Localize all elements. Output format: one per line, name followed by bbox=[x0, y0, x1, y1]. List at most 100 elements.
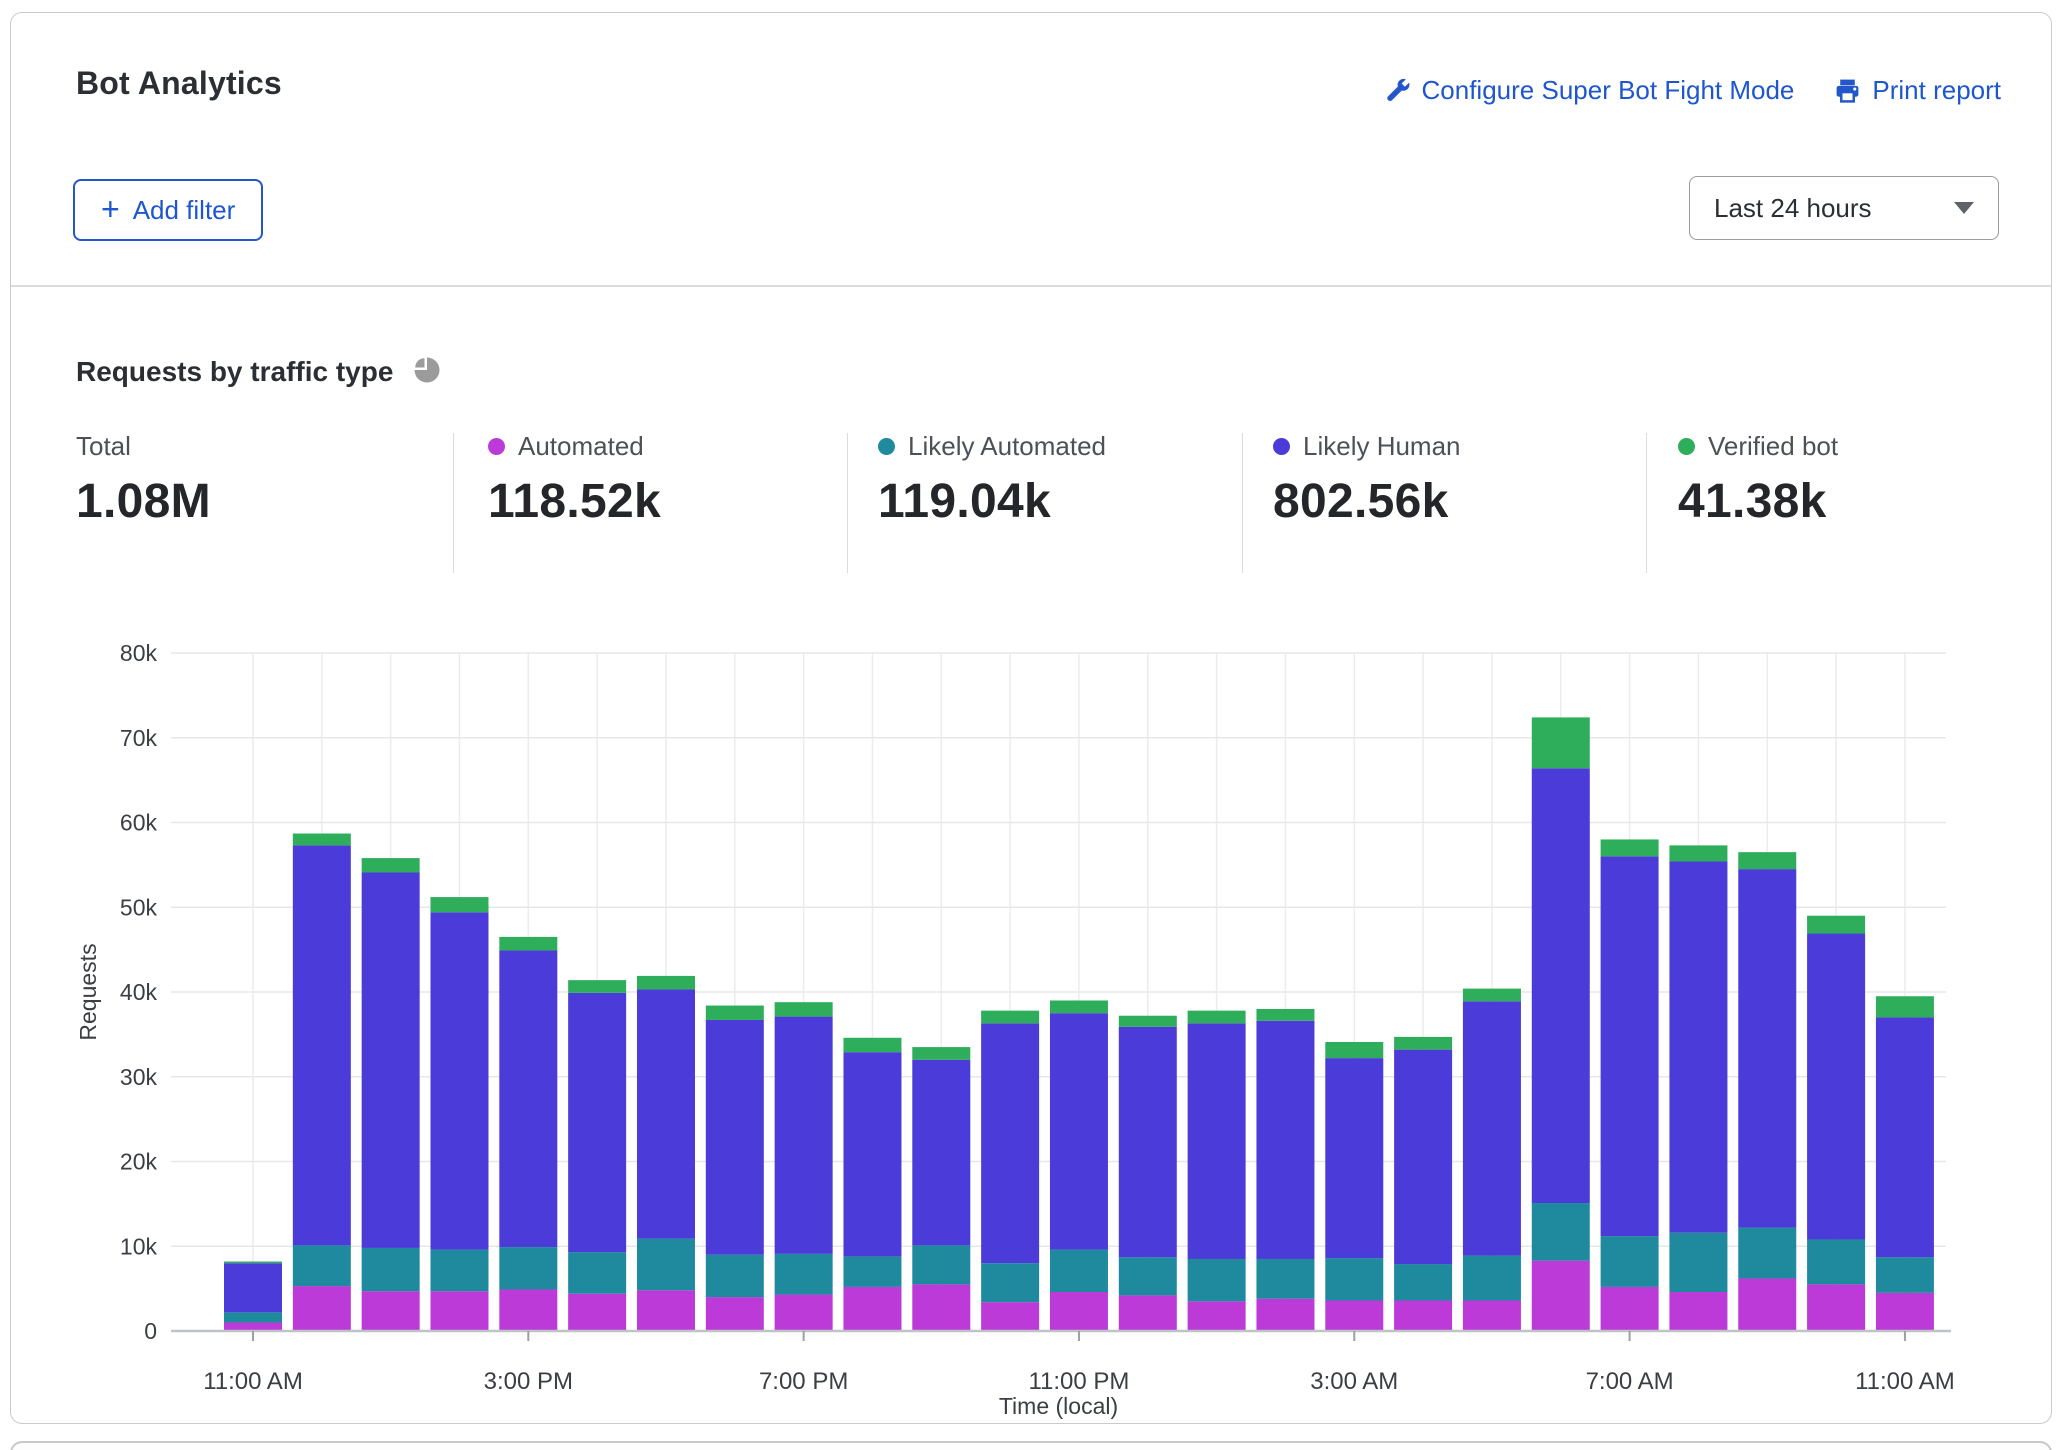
bar-4-likely-human bbox=[499, 950, 557, 1247]
stat-verified-bot: Verified bot 41.38k bbox=[1678, 431, 1838, 529]
bar-8-automated bbox=[775, 1295, 833, 1331]
x-tick-label: 11:00 PM bbox=[1028, 1368, 1129, 1395]
stat-verified-bot-label: Verified bot bbox=[1708, 431, 1838, 462]
time-range-select[interactable]: Last 24 hours bbox=[1689, 176, 1999, 240]
bar-9-verified-bot bbox=[843, 1038, 901, 1052]
bar-15-verified-bot bbox=[1256, 1009, 1314, 1021]
add-filter-button[interactable]: + Add filter bbox=[73, 179, 263, 241]
bar-10-likely-human bbox=[912, 1060, 970, 1246]
y-tick-label: 70k bbox=[120, 725, 158, 751]
stat-total-label: Total bbox=[76, 431, 131, 462]
bar-8-verified-bot bbox=[775, 1002, 833, 1016]
print-report-link[interactable]: Print report bbox=[1834, 75, 2001, 106]
bar-19-verified-bot bbox=[1532, 717, 1590, 768]
bar-11-likely-automated bbox=[981, 1263, 1039, 1302]
stat-likely-human: Likely Human 802.56k bbox=[1273, 431, 1461, 529]
stat-likely-human-label: Likely Human bbox=[1303, 431, 1461, 462]
bar-19-automated bbox=[1532, 1261, 1590, 1331]
bar-8-likely-automated bbox=[775, 1254, 833, 1295]
bar-22-verified-bot bbox=[1738, 852, 1796, 869]
bar-23-verified-bot bbox=[1807, 916, 1865, 934]
bar-0-verified-bot bbox=[224, 1262, 282, 1264]
bar-9-likely-human bbox=[843, 1052, 901, 1256]
bar-15-likely-automated bbox=[1256, 1259, 1314, 1299]
bar-10-automated bbox=[912, 1284, 970, 1331]
bar-0-likely-automated bbox=[224, 1312, 282, 1322]
bar-20-verified-bot bbox=[1601, 839, 1659, 856]
section-title: Requests by traffic type bbox=[76, 356, 393, 388]
printer-icon bbox=[1834, 77, 1861, 104]
bar-2-likely-human bbox=[362, 873, 420, 1248]
y-tick-label: 10k bbox=[120, 1233, 158, 1259]
likely-human-dot-icon bbox=[1273, 438, 1290, 455]
stat-likely-human-value: 802.56k bbox=[1273, 474, 1461, 529]
bar-16-likely-human bbox=[1325, 1058, 1383, 1258]
bar-7-likely-automated bbox=[706, 1255, 764, 1297]
configure-super-bot-fight-mode-link[interactable]: Configure Super Bot Fight Mode bbox=[1384, 75, 1795, 106]
bar-7-likely-human bbox=[706, 1020, 764, 1255]
bar-9-automated bbox=[843, 1287, 901, 1331]
bar-21-automated bbox=[1669, 1292, 1727, 1331]
bar-20-automated bbox=[1601, 1287, 1659, 1331]
pie-chart-icon bbox=[409, 353, 442, 391]
bar-14-likely-human bbox=[1188, 1023, 1246, 1259]
bar-4-likely-automated bbox=[499, 1247, 557, 1289]
bar-21-likely-human bbox=[1669, 861, 1727, 1232]
bar-22-automated bbox=[1738, 1278, 1796, 1331]
bar-3-likely-human bbox=[430, 912, 488, 1249]
stat-verified-bot-value: 41.38k bbox=[1678, 474, 1838, 529]
bar-3-verified-bot bbox=[430, 897, 488, 912]
configure-link-label: Configure Super Bot Fight Mode bbox=[1422, 75, 1795, 106]
bar-13-verified-bot bbox=[1119, 1016, 1177, 1027]
bar-20-likely-automated bbox=[1601, 1236, 1659, 1287]
bar-12-likely-human bbox=[1050, 1013, 1108, 1249]
stat-divider bbox=[847, 433, 848, 573]
bar-24-likely-automated bbox=[1876, 1257, 1934, 1293]
bar-21-verified-bot bbox=[1669, 845, 1727, 861]
automated-dot-icon bbox=[488, 438, 505, 455]
bar-0-automated bbox=[224, 1323, 282, 1331]
bar-2-likely-automated bbox=[362, 1248, 420, 1291]
stat-divider bbox=[453, 433, 454, 573]
bar-17-verified-bot bbox=[1394, 1037, 1452, 1050]
x-tick-label: 3:00 AM bbox=[1310, 1368, 1398, 1395]
bar-1-verified-bot bbox=[293, 834, 351, 846]
x-axis-title: Time (local) bbox=[999, 1393, 1118, 1419]
y-tick-label: 40k bbox=[120, 979, 158, 1005]
bar-20-likely-human bbox=[1601, 856, 1659, 1236]
stat-likely-automated-label: Likely Automated bbox=[908, 431, 1106, 462]
stat-likely-automated-value: 119.04k bbox=[878, 474, 1106, 529]
stat-likely-automated: Likely Automated 119.04k bbox=[878, 431, 1106, 529]
bar-7-automated bbox=[706, 1297, 764, 1331]
bar-0-likely-human bbox=[224, 1263, 282, 1312]
bar-18-automated bbox=[1463, 1300, 1521, 1331]
bar-14-automated bbox=[1188, 1301, 1246, 1331]
stat-divider bbox=[1242, 433, 1243, 573]
bar-5-verified-bot bbox=[568, 980, 626, 993]
bar-14-verified-bot bbox=[1188, 1011, 1246, 1024]
bar-23-likely-human bbox=[1807, 934, 1865, 1240]
y-tick-label: 60k bbox=[120, 810, 158, 836]
section-title-row: Requests by traffic type bbox=[76, 353, 442, 391]
bar-13-likely-human bbox=[1119, 1027, 1177, 1258]
bar-17-likely-human bbox=[1394, 1050, 1452, 1264]
stat-total-value: 1.08M bbox=[76, 474, 211, 529]
next-card-top-edge bbox=[10, 1441, 2052, 1450]
bar-19-likely-human bbox=[1532, 768, 1590, 1203]
page: Bot Analytics Configure Super Bot Fight … bbox=[0, 0, 2062, 1450]
bar-4-verified-bot bbox=[499, 937, 557, 951]
bar-16-automated bbox=[1325, 1300, 1383, 1331]
bar-23-likely-automated bbox=[1807, 1239, 1865, 1284]
bar-18-verified-bot bbox=[1463, 989, 1521, 1002]
bar-15-likely-human bbox=[1256, 1021, 1314, 1259]
add-filter-label: Add filter bbox=[133, 195, 236, 226]
bar-11-likely-human bbox=[981, 1023, 1039, 1263]
bar-12-automated bbox=[1050, 1292, 1108, 1331]
bar-21-likely-automated bbox=[1669, 1233, 1727, 1292]
bar-10-likely-automated bbox=[912, 1245, 970, 1284]
stat-automated-value: 118.52k bbox=[488, 474, 661, 529]
stat-automated: Automated 118.52k bbox=[488, 431, 661, 529]
y-tick-label: 50k bbox=[120, 894, 158, 920]
bar-17-automated bbox=[1394, 1300, 1452, 1331]
bar-11-verified-bot bbox=[981, 1011, 1039, 1024]
